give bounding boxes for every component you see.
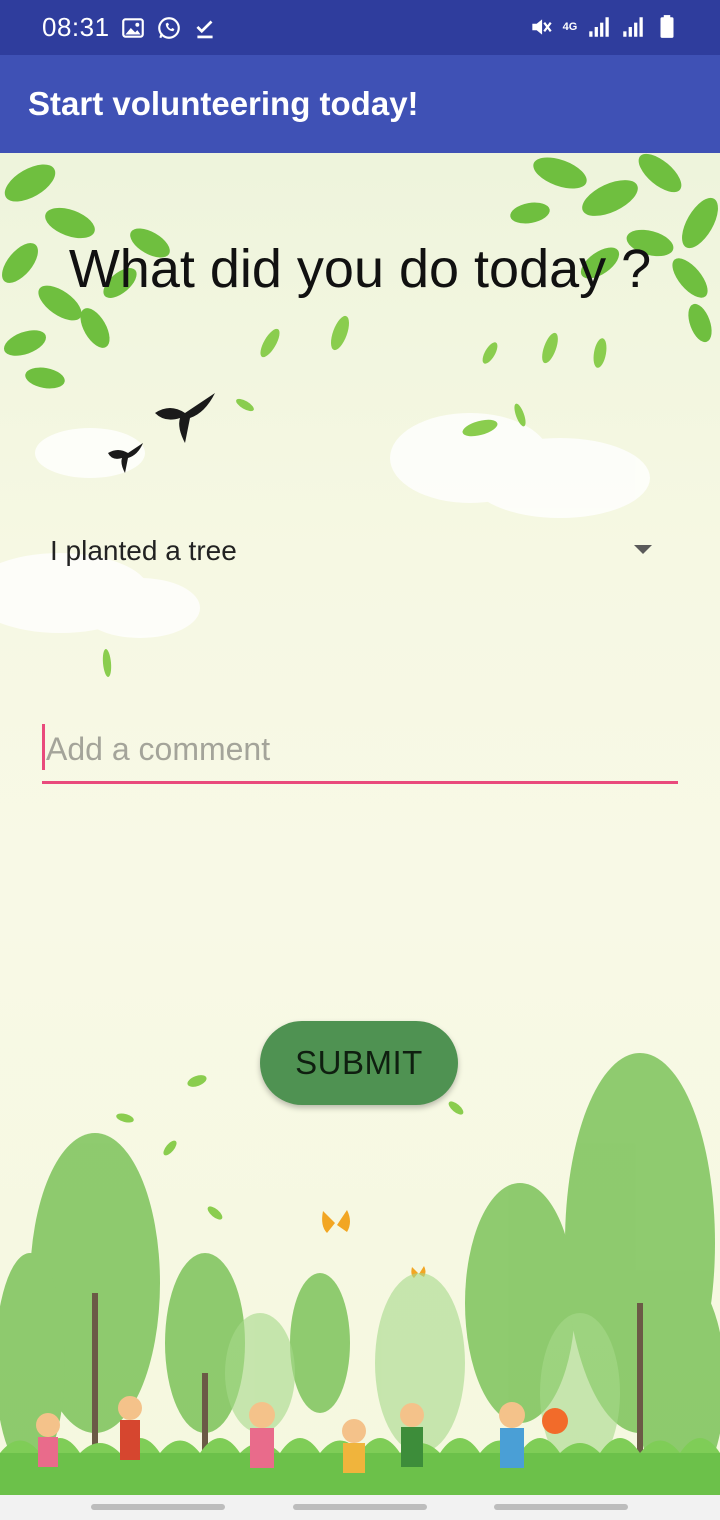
system-icons: 4G	[528, 12, 680, 42]
submit-button[interactable]: SUBMIT	[260, 1021, 458, 1105]
notification-icons	[120, 14, 218, 42]
background-illustration	[0, 153, 720, 1495]
app-bar: Start volunteering today!	[0, 55, 720, 153]
mute-icon	[532, 19, 552, 35]
question-heading: What did you do today ?	[68, 239, 652, 299]
signal-icon	[589, 17, 609, 37]
recent-apps-button[interactable]	[91, 1504, 225, 1510]
text-cursor	[42, 724, 45, 770]
comment-input[interactable]	[42, 718, 678, 784]
status-time: 08:31	[42, 12, 110, 42]
battery-icon	[660, 15, 674, 38]
signal-icon	[623, 17, 643, 37]
app-title: Start volunteering today!	[28, 85, 419, 122]
image-icon	[122, 18, 144, 38]
activity-selected-value: I planted a tree	[50, 535, 237, 566]
activity-dropdown[interactable]: I planted a tree	[30, 515, 670, 587]
status-bar: 08:31 4G	[0, 0, 720, 55]
navigation-bar	[0, 1495, 720, 1520]
dropdown-arrow-icon	[634, 545, 652, 554]
whatsapp-icon	[158, 17, 180, 39]
download-done-icon	[196, 20, 213, 39]
nature-background	[0, 153, 720, 1495]
back-button[interactable]	[494, 1504, 628, 1510]
network-4g-icon: 4G	[562, 21, 578, 33]
comment-field-container	[42, 718, 678, 790]
home-button[interactable]	[293, 1504, 427, 1510]
